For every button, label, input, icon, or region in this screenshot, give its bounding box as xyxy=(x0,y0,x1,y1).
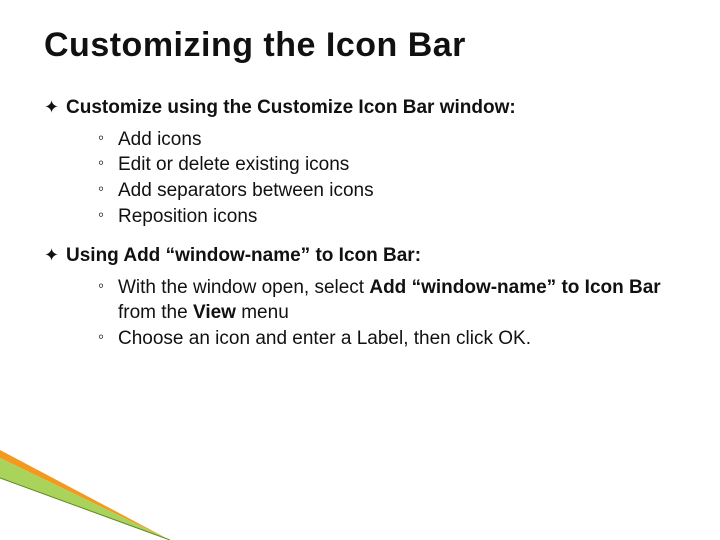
text-fragment: menu xyxy=(236,302,289,323)
slide-body: ✦ Customize using the Customize Icon Bar… xyxy=(44,95,676,352)
text-fragment-bold: View xyxy=(193,302,236,323)
list-item-text: Add icons xyxy=(118,127,676,153)
circle-bullet-icon: ◦ xyxy=(98,326,118,349)
circle-bullet-icon: ◦ xyxy=(98,152,118,175)
slide-title: Customizing the Icon Bar xyxy=(44,26,676,65)
list-item: ◦ Add separators between icons xyxy=(98,178,676,204)
bullet-icon: ✦ xyxy=(44,95,66,119)
bullet-1-text: Customize using the Customize Icon Bar w… xyxy=(66,95,676,121)
list-item-text: Edit or delete existing icons xyxy=(118,152,676,178)
sublist-1: ◦ Add icons ◦ Edit or delete existing ic… xyxy=(98,127,676,230)
slide: Customizing the Icon Bar ✦ Customize usi… xyxy=(0,0,720,540)
circle-bullet-icon: ◦ xyxy=(98,204,118,227)
list-item-text: Choose an icon and enter a Label, then c… xyxy=(118,326,676,352)
text-fragment: from the xyxy=(118,302,193,323)
bullet-2: ✦ Using Add “window-name” to Icon Bar: xyxy=(44,243,676,269)
sublist-2: ◦ With the window open, select Add “wind… xyxy=(98,275,676,352)
list-item-text: With the window open, select Add “window… xyxy=(118,275,676,326)
circle-bullet-icon: ◦ xyxy=(98,127,118,150)
list-item: ◦ Edit or delete existing icons xyxy=(98,152,676,178)
bullet-2-text: Using Add “window-name” to Icon Bar: xyxy=(66,243,676,269)
corner-decoration xyxy=(0,420,170,540)
list-item-text: Reposition icons xyxy=(118,204,676,230)
list-item: ◦ Add icons xyxy=(98,127,676,153)
text-fragment-bold: Add “window-name” to Icon Bar xyxy=(369,277,660,298)
list-item: ◦ Choose an icon and enter a Label, then… xyxy=(98,326,676,352)
bullet-1: ✦ Customize using the Customize Icon Bar… xyxy=(44,95,676,121)
list-item-text: Add separators between icons xyxy=(118,178,676,204)
circle-bullet-icon: ◦ xyxy=(98,178,118,201)
text-fragment: With the window open, select xyxy=(118,277,369,298)
list-item: ◦ Reposition icons xyxy=(98,204,676,230)
bullet-icon: ✦ xyxy=(44,243,66,267)
circle-bullet-icon: ◦ xyxy=(98,275,118,298)
list-item: ◦ With the window open, select Add “wind… xyxy=(98,275,676,326)
